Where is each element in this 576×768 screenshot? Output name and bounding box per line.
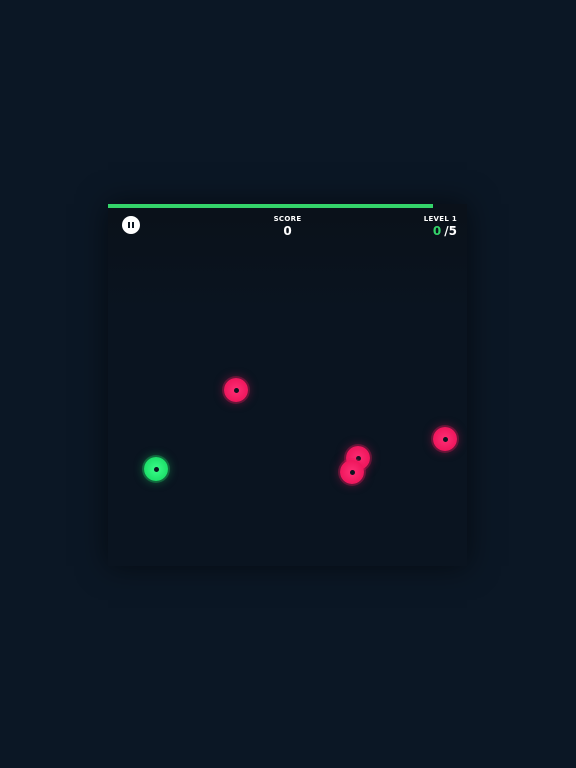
game-board[interactable]: SCORE 0 LEVEL 1 0/5: [108, 204, 467, 566]
target-count: /5: [444, 224, 457, 238]
red-dot[interactable]: [433, 427, 457, 451]
green-dot[interactable]: [144, 457, 168, 481]
level-display: LEVEL 1 0/5: [424, 215, 457, 238]
red-dot[interactable]: [340, 460, 364, 484]
level-label: LEVEL 1: [423, 215, 457, 223]
score-label: SCORE: [273, 215, 302, 223]
timer-bar-fill: [108, 204, 433, 208]
score-display: SCORE 0: [108, 215, 467, 238]
timer-bar: [108, 204, 467, 208]
collected-count: 0: [432, 224, 442, 238]
score-value: 0: [283, 224, 292, 238]
red-dot[interactable]: [224, 378, 248, 402]
collect-progress: 0/5: [424, 224, 457, 238]
